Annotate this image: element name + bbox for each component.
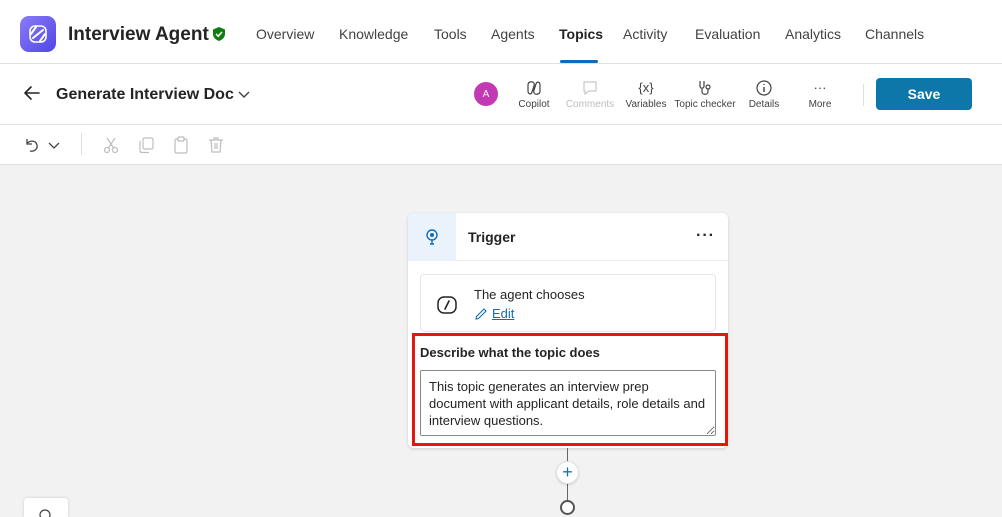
- zoom-controls: [24, 498, 68, 517]
- variables-label: Variables: [625, 99, 667, 110]
- copilot-button[interactable]: Copilot: [502, 78, 566, 110]
- nav-analytics[interactable]: Analytics: [785, 26, 841, 42]
- active-tab-indicator: [560, 60, 598, 63]
- more-label: More: [808, 99, 832, 110]
- chevron-down-icon[interactable]: [44, 135, 64, 155]
- edit-link[interactable]: Edit: [474, 306, 514, 321]
- trigger-title: Trigger: [468, 229, 516, 245]
- variables-icon: {x}: [638, 80, 654, 95]
- nav-activity[interactable]: Activity: [623, 26, 667, 42]
- back-arrow-icon[interactable]: [22, 83, 42, 103]
- edit-link-label: Edit: [492, 306, 515, 321]
- paste-icon[interactable]: [171, 135, 191, 155]
- nav-tools[interactable]: Tools: [434, 26, 467, 42]
- variables-button[interactable]: {x} Variables: [614, 78, 678, 110]
- trigger-node-header: Trigger ···: [408, 213, 728, 261]
- app-title: Interview Agent: [68, 24, 209, 45]
- nav-channels[interactable]: Channels: [865, 26, 924, 42]
- avatar[interactable]: A: [474, 82, 498, 106]
- trigger-condition-label: The agent chooses: [474, 287, 585, 302]
- topic-checker-button[interactable]: Topic checker: [673, 78, 737, 110]
- trigger-node[interactable]: Trigger ··· The agent chooses Edit Descr…: [408, 213, 728, 448]
- app-logo-icon: [20, 16, 56, 52]
- nav-overview[interactable]: Overview: [256, 26, 314, 42]
- agent-logo-icon: [437, 296, 457, 314]
- cut-icon[interactable]: [101, 135, 121, 155]
- details-button[interactable]: Details: [732, 78, 796, 110]
- delete-icon[interactable]: [206, 135, 226, 155]
- trigger-icon: [408, 213, 456, 261]
- copilot-label: Copilot: [518, 99, 550, 110]
- chevron-down-icon[interactable]: [236, 86, 252, 102]
- more-button[interactable]: ··· More: [788, 78, 852, 110]
- shield-check-icon: [213, 27, 225, 41]
- topic-description-input[interactable]: This topic generates an interview prep d…: [420, 370, 716, 436]
- nav-topics[interactable]: Topics: [559, 26, 603, 42]
- toolbar-divider: [81, 133, 82, 155]
- details-label: Details: [748, 99, 780, 110]
- pencil-icon: [475, 307, 487, 320]
- app-header: Interview Agent Overview Knowledge Tools…: [0, 0, 1002, 64]
- nav-evaluation[interactable]: Evaluation: [695, 26, 760, 42]
- copilot-icon: [527, 81, 541, 95]
- comment-icon: [583, 81, 597, 96]
- flow-end-node: [560, 500, 575, 515]
- comments-label: Comments: [565, 99, 615, 110]
- trigger-condition: The agent chooses Edit: [420, 274, 716, 332]
- add-node-button[interactable]: +: [556, 461, 579, 484]
- description-label: Describe what the topic does: [420, 345, 600, 360]
- comments-button[interactable]: Comments: [558, 78, 622, 110]
- more-icon: ···: [813, 80, 827, 95]
- node-more-options-icon[interactable]: ···: [696, 227, 715, 245]
- info-icon: [756, 80, 772, 96]
- nav-agents[interactable]: Agents: [491, 26, 535, 42]
- toolbar-divider: [863, 84, 864, 106]
- undo-icon[interactable]: [22, 135, 42, 155]
- save-button[interactable]: Save: [876, 78, 972, 110]
- topic-checker-label: Topic checker: [674, 99, 736, 110]
- stethoscope-icon: [699, 81, 711, 95]
- copy-icon[interactable]: [136, 135, 156, 155]
- topic-header: Generate Interview Doc A Copilot Comment…: [0, 64, 1002, 125]
- zoom-in-icon[interactable]: [38, 508, 54, 517]
- topic-title[interactable]: Generate Interview Doc: [56, 86, 234, 104]
- nav-knowledge[interactable]: Knowledge: [339, 26, 408, 42]
- edit-toolbar: [0, 125, 1002, 165]
